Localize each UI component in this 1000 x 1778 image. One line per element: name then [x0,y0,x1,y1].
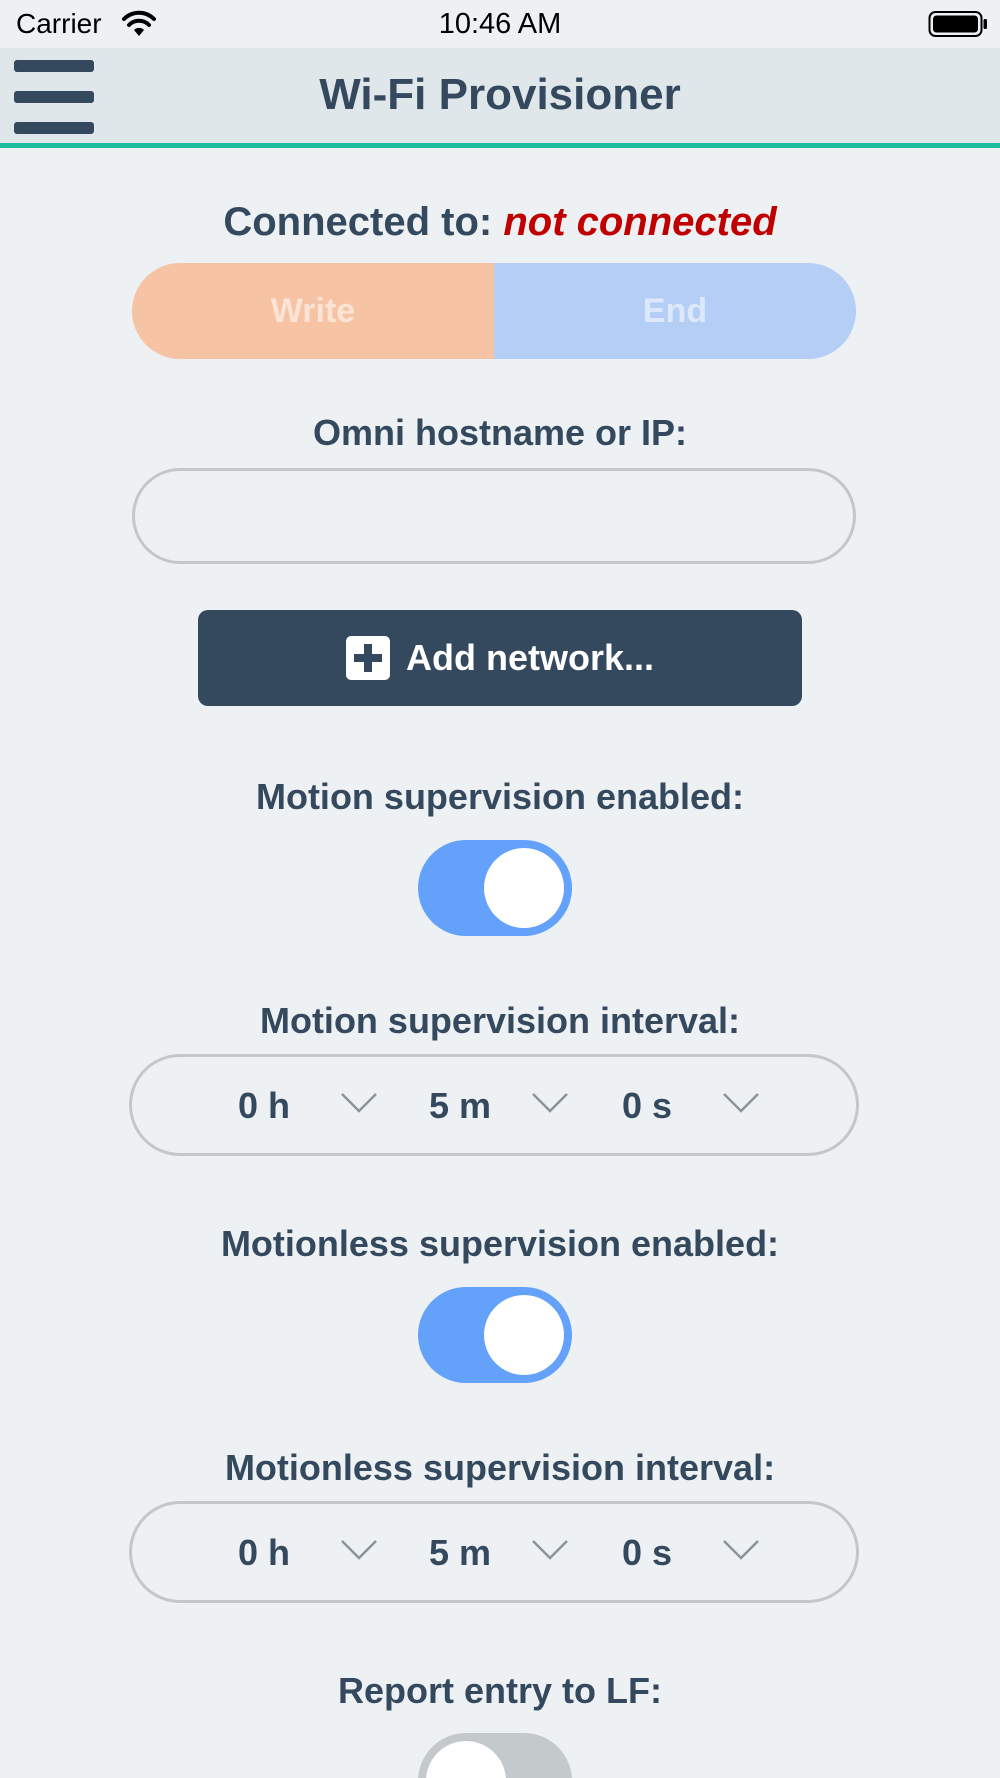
chevron-down-icon[interactable] [340,1538,378,1562]
motion-enabled-label: Motion supervision enabled: [255,776,745,817]
seconds-value[interactable]: 0 s [622,1085,672,1127]
end-button[interactable]: End [494,263,856,359]
chevron-down-icon[interactable] [722,1538,760,1562]
report-entry-label: Report entry to LF: [338,1670,662,1711]
host-label: Omni hostname or IP: [312,412,688,453]
minutes-value[interactable]: 5 m [429,1532,491,1574]
battery-icon [928,11,987,37]
connection-status-row: Connected to: not connected [0,200,1000,245]
motion-interval-label: Motion supervision interval: [259,1000,741,1041]
chevron-down-icon[interactable] [531,1091,569,1115]
motionless-interval-label: Motionless supervision interval: [224,1447,776,1488]
motionless-enabled-label: Motionless supervision enabled: [220,1223,780,1264]
write-button[interactable]: Write [132,263,494,359]
connected-label: Connected to: [223,200,493,244]
status-bar: Carrier 10:46 AM [0,0,1000,48]
seconds-value[interactable]: 0 s [622,1532,672,1574]
toggle-knob [484,848,564,928]
motionless-interval-picker: 0 h 5 m 0 s [129,1501,859,1603]
status-time: 10:46 AM [438,8,562,40]
host-input[interactable] [132,468,856,564]
hours-value[interactable]: 0 h [238,1532,290,1574]
chevron-down-icon[interactable] [722,1091,760,1115]
minutes-value[interactable]: 5 m [429,1085,491,1127]
app-header: Wi-Fi Provisioner [0,48,1000,148]
plus-square-icon [345,636,390,680]
motion-interval-picker: 0 h 5 m 0 s [129,1054,859,1156]
report-entry-toggle[interactable] [418,1733,572,1778]
connection-status-text: not connected [503,200,777,244]
page-title: Wi-Fi Provisioner [319,70,681,119]
chevron-down-icon[interactable] [531,1538,569,1562]
add-network-label: Add network... [405,637,654,678]
hours-value[interactable]: 0 h [238,1085,290,1127]
chevron-down-icon[interactable] [340,1091,378,1115]
motion-enabled-toggle[interactable] [418,840,572,936]
toggle-knob [426,1741,506,1778]
toggle-knob [484,1295,564,1375]
add-network-button[interactable]: Add network... [198,610,802,706]
motionless-enabled-toggle[interactable] [418,1287,572,1383]
write-end-control: Write End [132,263,856,359]
